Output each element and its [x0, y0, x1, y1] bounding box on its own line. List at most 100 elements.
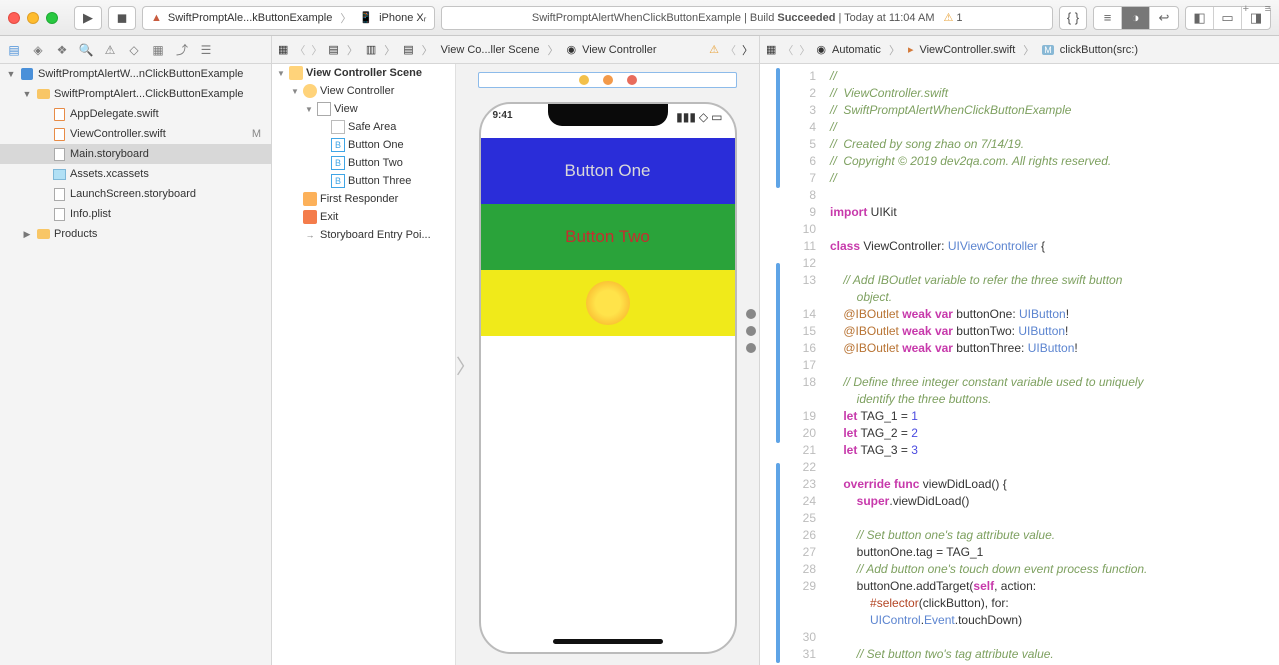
button-one[interactable]: Button One: [481, 138, 735, 204]
window-controls: [8, 12, 58, 24]
main-toolbar: ▶ ◼ ▲ SwiftPromptAle...kButtonExample 〉 …: [0, 0, 1279, 36]
issue-nav-icon[interactable]: ⚠: [102, 42, 118, 58]
find-nav-icon[interactable]: 🔍: [78, 42, 94, 58]
connection-indicator[interactable]: [746, 326, 756, 336]
zoom-window-icon[interactable]: [46, 12, 58, 24]
assistant-editor-button[interactable]: ◑: [1122, 7, 1150, 29]
change-ribbon: [774, 64, 782, 665]
ib-pane: ▼View Controller Scene▼View Controller▼V…: [272, 64, 760, 665]
outline-item[interactable]: Safe Area: [272, 118, 455, 136]
pane-toggles: ◧ ▭ ◨: [1185, 6, 1271, 30]
signal-icon: ▮▮▮: [676, 110, 696, 124]
outline-item[interactable]: BButton One: [272, 136, 455, 154]
navigator-tabbar-row: ▤ ◈ ❖ 🔍 ⚠ ◇ ▦ ⤴ ☰ ▦ 〈 〉 ▤ 〉 ▥ 〉 ▤ 〉 View…: [0, 36, 1279, 64]
nav-item[interactable]: Main.storyboard: [0, 144, 271, 164]
editor-options-icon[interactable]: ≡: [1265, 3, 1271, 15]
related-asst-icon[interactable]: ▦: [766, 43, 776, 56]
related-items-icon[interactable]: ▦: [278, 43, 288, 56]
ib-jumpbar: ▦ 〈 〉 ▤ 〉 ▥ 〉 ▤ 〉 View Co...ller Scene 〉…: [272, 36, 760, 63]
device-preview[interactable]: 9:41 ▮▮▮ ◇ ▭ Button One Button Two: [479, 102, 737, 654]
nav-item[interactable]: LaunchScreen.storyboard: [0, 184, 271, 204]
breakpoint-nav-icon[interactable]: ⤴: [174, 42, 190, 58]
ib-back-icon[interactable]: 〈: [725, 42, 736, 58]
sun-icon: [586, 281, 630, 325]
home-indicator: [553, 639, 663, 644]
button-three[interactable]: [481, 270, 735, 336]
ib-canvas[interactable]: 〉 9:41 ▮▮▮ ◇ ▭ Button One Button Two: [456, 64, 759, 665]
jump-file[interactable]: ViewController.swift: [919, 44, 1015, 56]
outline-item[interactable]: BButton Three: [272, 172, 455, 190]
library-button[interactable]: { }: [1059, 6, 1087, 30]
connection-indicator[interactable]: [746, 343, 756, 353]
scheme-selector[interactable]: ▲ SwiftPromptAle...kButtonExample 〉 📱 iP…: [142, 6, 435, 30]
navigator-tabs: ▤ ◈ ❖ 🔍 ⚠ ◇ ▦ ⤴ ☰: [0, 36, 272, 63]
document-outline: ▼View Controller Scene▼View Controller▼V…: [272, 64, 456, 665]
outline-item[interactable]: BButton Two: [272, 154, 455, 172]
version-editor-button[interactable]: ↩: [1150, 7, 1178, 29]
battery-icon: ▭: [711, 110, 722, 124]
outline-item[interactable]: First Responder: [272, 190, 455, 208]
status-text: SwiftPromptAlertWhenClickButtonExample |…: [532, 12, 775, 24]
sb-icon[interactable]: ▤: [403, 43, 413, 56]
editor-mode-selector: ≡ ◑ ↩: [1093, 6, 1179, 30]
project-nav-icon[interactable]: ▤: [6, 42, 22, 58]
vc-dock-icon[interactable]: [579, 75, 589, 85]
nav-item[interactable]: ViewController.swiftM: [0, 124, 271, 144]
asst-fwd-icon[interactable]: 〉: [799, 42, 810, 58]
source-nav-icon[interactable]: ◈: [30, 42, 46, 58]
scheme-name: SwiftPromptAle...kButtonExample: [168, 12, 332, 24]
outline-item[interactable]: ▼View: [272, 100, 455, 118]
warn-count: 1: [956, 12, 962, 24]
doc-outline-toggle-icon[interactable]: 〉: [456, 350, 476, 379]
jump-mode[interactable]: Automatic: [832, 44, 881, 56]
jump-symbol[interactable]: clickButton(src:): [1060, 44, 1138, 56]
standard-editor-button[interactable]: ≡: [1094, 7, 1122, 29]
status-icons: ▮▮▮ ◇ ▭: [676, 110, 722, 124]
nav-item[interactable]: AppDelegate.swift: [0, 104, 271, 124]
outline-item[interactable]: ▼View Controller Scene: [272, 64, 455, 82]
nav-item[interactable]: Assets.xcassets: [0, 164, 271, 184]
status-time: 9:41: [493, 110, 513, 121]
outline-item[interactable]: →Storyboard Entry Poi...: [272, 226, 455, 244]
nav-item[interactable]: Info.plist: [0, 204, 271, 224]
toggle-debug-button[interactable]: ▭: [1214, 7, 1242, 29]
activity-status[interactable]: SwiftPromptAlertWhenClickButtonExample |…: [441, 6, 1053, 30]
back-icon[interactable]: 〈: [294, 42, 305, 58]
line-gutter: 1234567891011121314151617181920212223242…: [782, 64, 824, 665]
outline-item[interactable]: Exit: [272, 208, 455, 226]
jump-vc[interactable]: View Controller: [582, 44, 656, 56]
toggle-navigator-button[interactable]: ◧: [1186, 7, 1214, 29]
ib-fwd-icon[interactable]: 〉: [742, 42, 753, 58]
jump-scene[interactable]: View Co...ller Scene: [441, 44, 540, 56]
close-window-icon[interactable]: [8, 12, 20, 24]
file-icon[interactable]: ▤: [328, 43, 338, 56]
fwd-icon[interactable]: 〉: [311, 42, 322, 58]
code-area[interactable]: //// ViewController.swift// SwiftPromptA…: [824, 64, 1279, 665]
button-two[interactable]: Button Two: [481, 204, 735, 270]
symbol-nav-icon[interactable]: ❖: [54, 42, 70, 58]
minimize-window-icon[interactable]: [27, 12, 39, 24]
exit-dock-icon[interactable]: [627, 75, 637, 85]
main-content: ▼SwiftPromptAlertW...nClickButtonExample…: [0, 64, 1279, 665]
outline-item[interactable]: ▼View Controller: [272, 82, 455, 100]
status-time: | Today at 11:04 AM: [838, 12, 934, 24]
project-navigator: ▼SwiftPromptAlertW...nClickButtonExample…: [0, 64, 272, 665]
notch-icon: [548, 104, 668, 126]
nav-item[interactable]: ▶Products: [0, 224, 271, 244]
test-nav-icon[interactable]: ◇: [126, 42, 142, 58]
run-button[interactable]: ▶: [74, 6, 102, 30]
nav-item[interactable]: ▼SwiftPromptAlert...ClickButtonExample: [0, 84, 271, 104]
report-nav-icon[interactable]: ☰: [198, 42, 214, 58]
stop-button[interactable]: ◼: [108, 6, 136, 30]
add-editor-icon[interactable]: +: [1243, 3, 1249, 15]
assistant-jumpbar: ▦ 〈 〉 ◉ Automatic 〉 ▸ ViewController.swi…: [760, 36, 1279, 63]
first-responder-dock-icon[interactable]: [603, 75, 613, 85]
debug-nav-icon[interactable]: ▦: [150, 42, 166, 58]
connection-indicator[interactable]: [746, 309, 756, 319]
scene-dock[interactable]: [478, 72, 737, 88]
folder-icon[interactable]: ▥: [366, 43, 376, 56]
asst-back-icon[interactable]: 〈: [782, 42, 793, 58]
nav-item[interactable]: ▼SwiftPromptAlertW...nClickButtonExample: [0, 64, 271, 84]
toolbar-right-group: { } ≡ ◑ ↩ ◧ ▭ ◨: [1059, 6, 1271, 30]
source-editor[interactable]: 1234567891011121314151617181920212223242…: [760, 64, 1279, 665]
